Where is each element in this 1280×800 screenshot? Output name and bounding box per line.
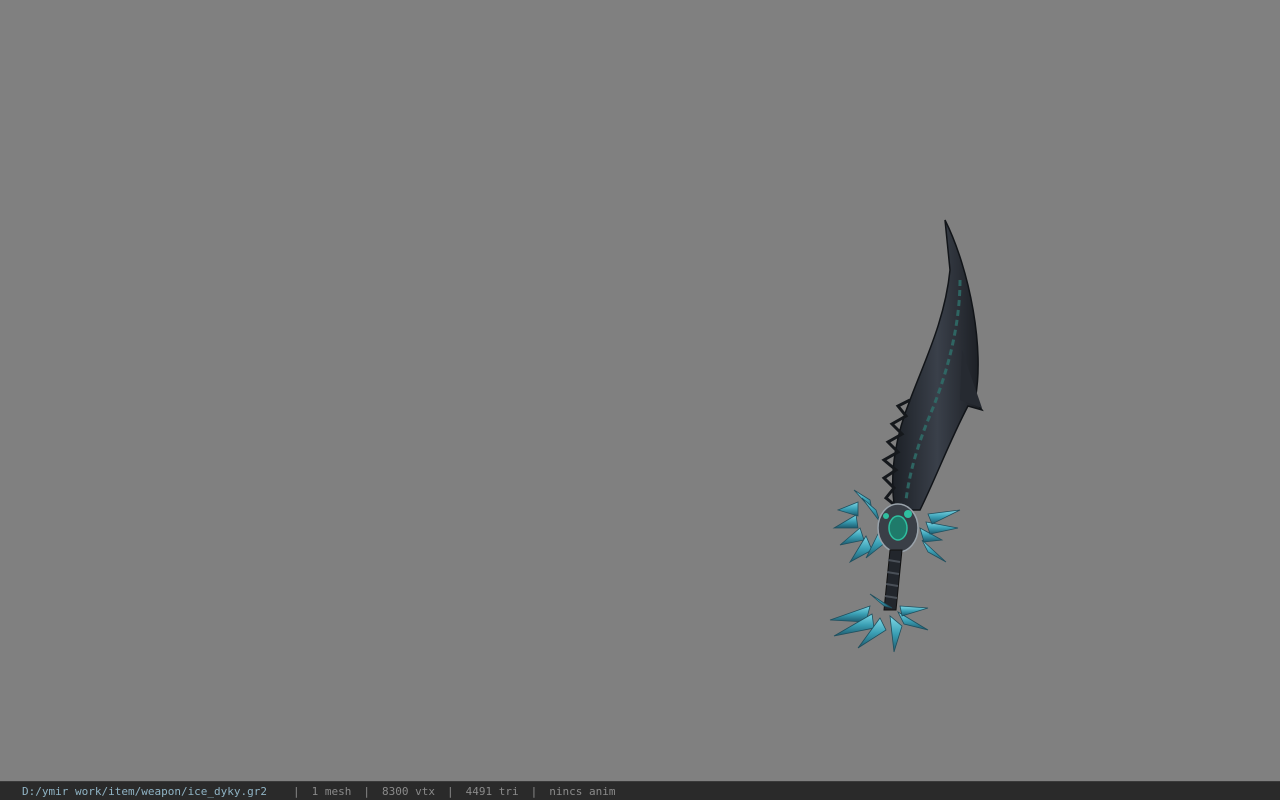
status-bar: D:/ymir work/item/weapon/ice_dyky.gr2 | … bbox=[0, 781, 1280, 800]
sword-blade bbox=[892, 219, 984, 511]
sword-grip bbox=[883, 549, 903, 611]
separator: | bbox=[363, 784, 371, 798]
guard-emblem bbox=[877, 503, 919, 553]
guard-crystals-right bbox=[919, 509, 961, 563]
sword-model[interactable] bbox=[810, 210, 1010, 670]
file-path: D:/ymir work/item/weapon/ice_dyky.gr2 bbox=[22, 784, 268, 798]
model-viewport[interactable] bbox=[0, 0, 1280, 781]
pommel-crystals bbox=[829, 593, 929, 653]
triangle-count: 4491 tri bbox=[465, 784, 519, 798]
separator: | bbox=[530, 784, 538, 798]
separator: | bbox=[293, 784, 300, 798]
mesh-count: 1 mesh bbox=[311, 784, 352, 798]
animation-status: nincs anim bbox=[549, 784, 616, 798]
vertex-count: 8300 vtx bbox=[382, 784, 436, 798]
separator: | bbox=[447, 784, 454, 798]
